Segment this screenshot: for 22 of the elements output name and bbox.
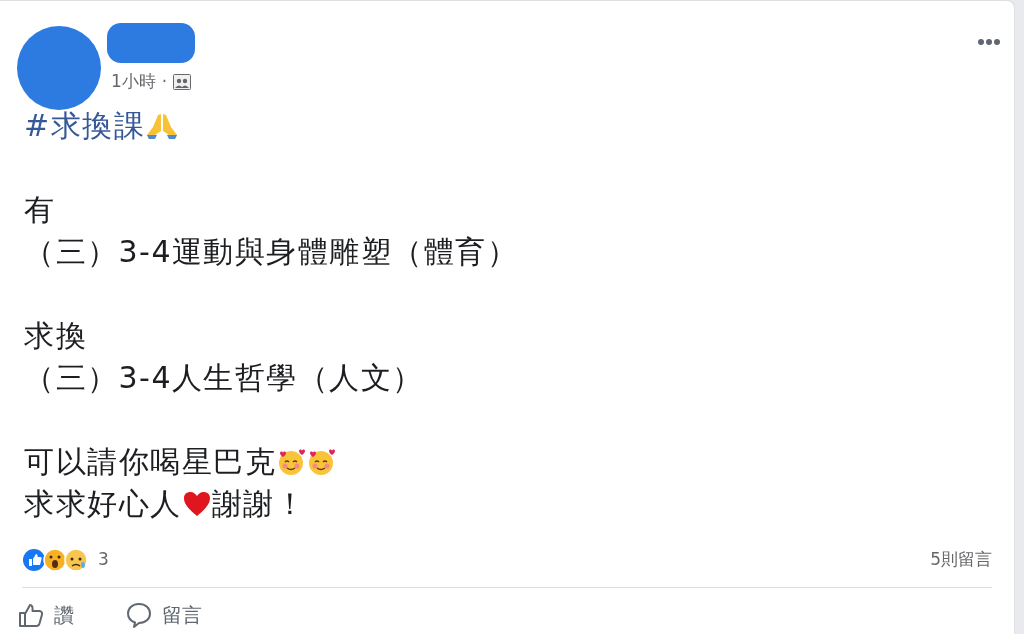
separator-dot: · xyxy=(161,70,168,93)
post-text: （三）3-4人生哲學（人文） xyxy=(24,359,424,397)
post-text: 謝謝！ xyxy=(211,485,306,523)
post-text: （三）3-4運動與身體雕塑（體育） xyxy=(24,233,519,271)
post-text: 有 xyxy=(24,191,56,229)
speech-bubble-icon xyxy=(126,601,152,628)
like-button[interactable]: 讚 xyxy=(18,599,74,630)
heart-icon xyxy=(181,490,212,518)
comment-count[interactable]: 5則留言 xyxy=(930,547,992,573)
smiling-face-with-hearts-icon xyxy=(276,447,306,477)
post-time[interactable]: 1小時 xyxy=(111,69,156,95)
post-text: 求換 xyxy=(24,317,87,355)
reaction-count[interactable]: 3 xyxy=(98,547,109,573)
smiling-face-with-hearts-icon xyxy=(306,447,336,477)
praying-hands-icon xyxy=(145,111,180,141)
comment-button[interactable]: 留言 xyxy=(126,599,202,630)
post-text: 可以請你喝星巴克 xyxy=(24,443,276,481)
more-options-icon[interactable] xyxy=(977,38,1001,46)
thumbs-up-icon xyxy=(18,601,44,628)
group-icon xyxy=(173,73,192,90)
post-text: 求求好心人 xyxy=(24,485,182,523)
hashtag-link[interactable]: #求換課 xyxy=(24,105,146,147)
